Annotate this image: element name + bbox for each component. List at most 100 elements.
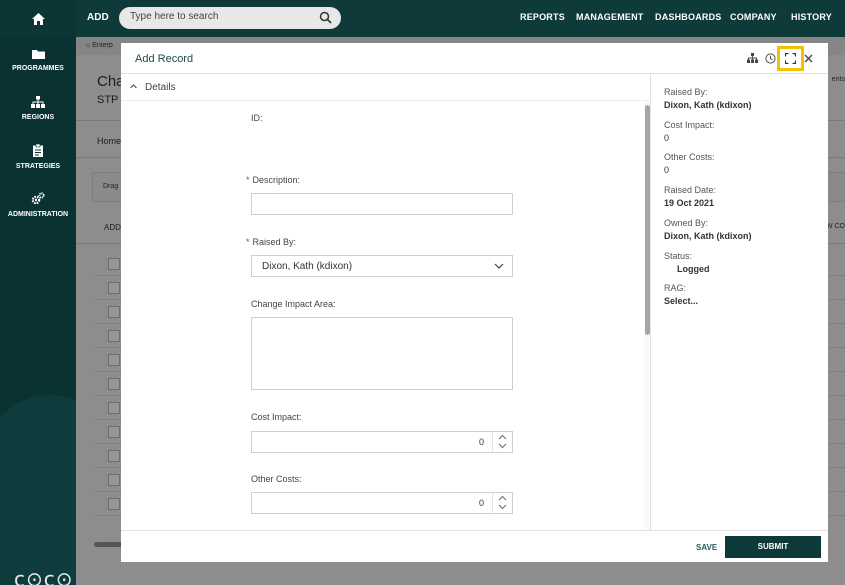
row-checkbox[interactable] [108,450,120,462]
summary-key: Raised By: [664,87,708,97]
description-label: * Description: [246,175,300,185]
summary-value: 19 Oct 2021 [664,198,715,208]
change-impact-label: Change Impact Area: [251,299,336,309]
row-checkbox[interactable] [108,306,120,318]
search-input[interactable] [130,11,310,22]
left-sidebar: PROGRAMMES REGIONS STRATEGIES ADMINISTRA… [0,37,76,585]
row-checkbox[interactable] [108,498,120,510]
background-add-button[interactable]: ADD [104,223,121,232]
summary-key: Owned By: [664,218,709,228]
row-checkbox[interactable] [108,474,120,486]
summary-key: Other Costs: [664,152,715,162]
breadcrumb-item[interactable]: Enterp [92,42,113,49]
summary-cost-impact: Cost Impact: 0 [664,120,715,143]
search-box[interactable] [119,7,341,29]
cost-impact-value: 0 [478,437,484,447]
history-clock-icon[interactable] [763,51,777,65]
nav-reports[interactable]: REPORTS [520,12,565,22]
sidebar-item-administration[interactable]: ADMINISTRATION [0,192,76,218]
submit-button[interactable]: SUBMIT [725,536,821,558]
drag-zone-label: Drag [103,183,119,190]
row-checkbox[interactable] [108,258,120,270]
row-checkbox[interactable] [108,354,120,366]
sidebar-item-label: PROGRAMMES [12,65,64,72]
close-icon[interactable] [801,51,815,65]
details-form: ID: * Description: * Raised By: Dixon, Kat… [121,101,650,530]
row-checkbox[interactable] [108,378,120,390]
sidebar-item-strategies[interactable]: STRATEGIES [0,144,76,170]
summary-key: Raised Date: [664,185,717,195]
hierarchy-icon[interactable] [745,51,759,65]
change-impact-textarea[interactable] [251,317,513,390]
sidebar-item-label: REGIONS [21,114,55,121]
cost-impact-stepper[interactable] [492,432,512,452]
summary-key: RAG: [664,283,687,293]
other-costs-stepper[interactable] [492,493,512,513]
clipboard-icon [33,144,43,157]
chevron-down-icon[interactable] [498,443,507,449]
add-menu-link[interactable]: ADD [87,12,109,23]
chevron-down-icon[interactable] [498,504,507,510]
description-label-text: Description: [252,175,301,185]
cost-impact-label: Cost Impact: [251,412,302,422]
sidebar-decoration [0,395,76,585]
nav-history[interactable]: HISTORY [791,12,832,22]
sidebar-item-label: ADMINISTRATION [7,211,69,218]
hierarchy-icon [31,96,45,108]
home-button[interactable] [0,0,76,37]
raised-by-value: Dixon, Kath (kdixon) [262,261,353,272]
top-bar: ADD REPORTS MANAGEMENT DASHBOARDS COMPAN… [0,0,845,37]
brand-logo: c⊙c⊙ [14,567,74,585]
row-checkbox[interactable] [108,402,120,414]
nav-management[interactable]: MANAGEMENT [576,12,644,22]
chevron-up-icon[interactable] [129,82,138,91]
other-costs-label: Other Costs: [251,474,302,484]
chevron-down-icon[interactable] [494,261,504,271]
cost-impact-input[interactable]: 0 [251,431,513,453]
rag-select[interactable]: Select... [664,296,698,306]
modal-title: Add Record [135,53,194,65]
status-value[interactable]: Logged [664,264,710,274]
scrollbar-thumb[interactable] [645,105,650,335]
section-title: Details [145,82,176,93]
search-icon[interactable] [319,11,332,24]
page-subtitle: STP [97,94,119,106]
id-label: ID: [251,113,263,123]
chevron-up-icon[interactable] [498,495,507,501]
summary-owned-by: Owned By: Dixon, Kath (kdixon) [664,218,752,241]
form-pane: Details ID: * Description: * Raised By: Di… [121,74,651,530]
nav-company[interactable]: COMPANY [730,12,777,22]
sidebar-item-programmes[interactable]: PROGRAMMES [0,49,76,72]
tab-home[interactable]: Home [97,136,121,146]
raised-by-select[interactable]: Dixon, Kath (kdixon) [251,255,513,277]
form-scrollbar[interactable] [644,101,650,530]
row-checkbox[interactable] [108,330,120,342]
modal-header: Add Record [121,43,828,74]
row-checkbox[interactable] [108,426,120,438]
summary-raised-by: Raised By: Dixon, Kath (kdixon) [664,87,752,110]
summary-value: Dixon, Kath (kdixon) [664,100,752,110]
other-costs-input[interactable]: 0 [251,492,513,514]
summary-value: Dixon, Kath (kdixon) [664,231,752,241]
details-section-header[interactable]: Details [121,74,650,101]
modal-footer: SAVE SUBMIT [121,530,828,562]
description-field[interactable] [251,193,513,215]
nav-dashboards[interactable]: DASHBOARDS [655,12,722,22]
chevron-up-icon[interactable] [498,434,507,440]
save-button[interactable]: SAVE [696,543,717,552]
summary-rag: RAG: Select... [664,283,698,306]
raised-by-label: * Raised By: [246,237,296,247]
required-marker: * [246,237,250,247]
folder-icon [31,50,45,59]
summary-value: 0 [664,133,670,143]
background-right-label: ents [831,76,845,83]
row-checkbox[interactable] [108,282,120,294]
sidebar-item-label: STRATEGIES [15,163,61,170]
summary-other-costs: Other Costs: 0 [664,152,715,175]
sidebar-item-regions[interactable]: REGIONS [0,96,76,121]
horizontal-scrollbar[interactable] [94,542,124,547]
summary-key: Cost Impact: [664,120,715,130]
other-costs-value: 0 [478,498,484,508]
summary-key: Status: [664,251,693,261]
expand-icon[interactable] [783,51,797,65]
